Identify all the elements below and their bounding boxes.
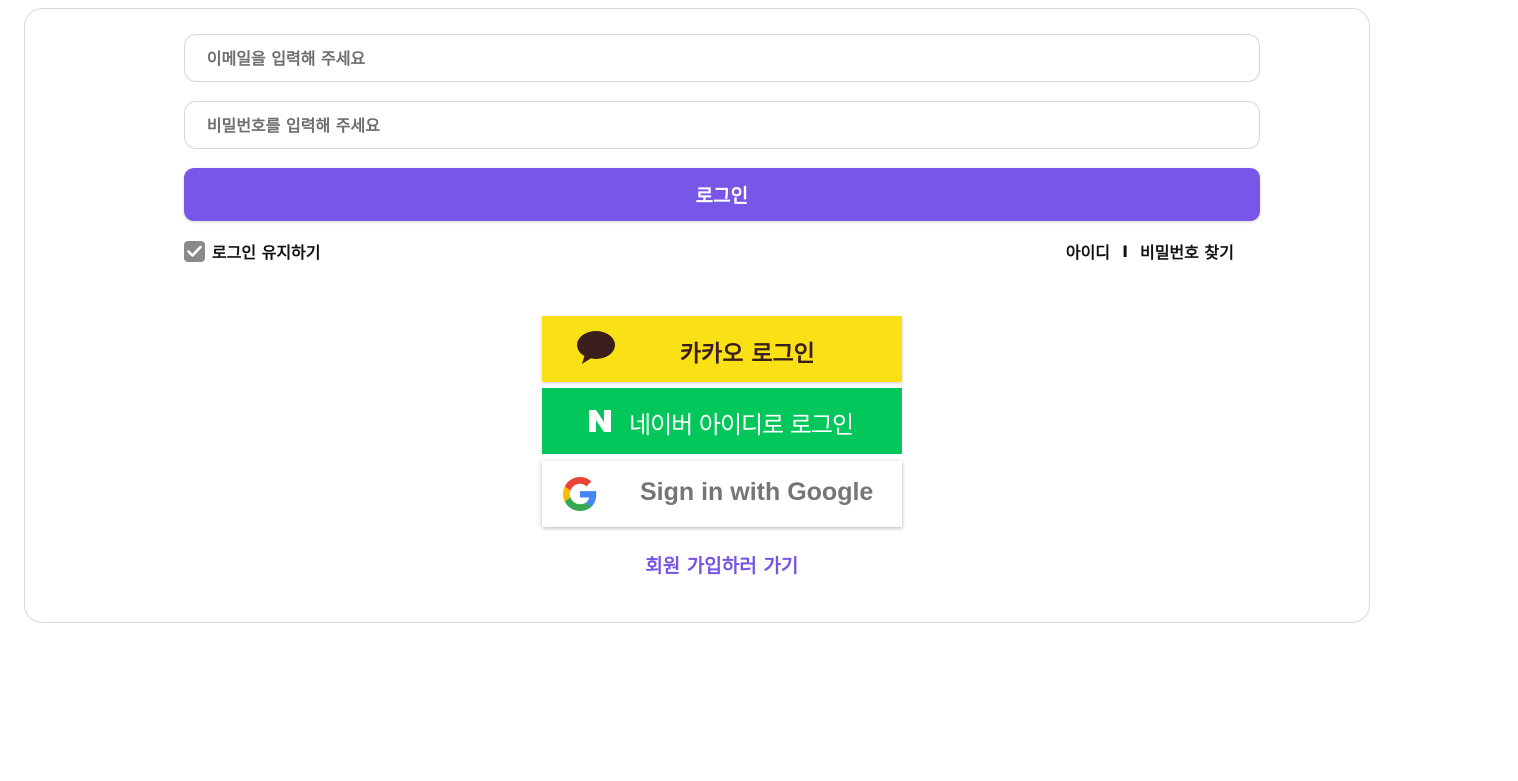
kakao-login-button[interactable]: 카카오 로그인 [542, 316, 902, 382]
link-separator: I [1122, 241, 1129, 261]
keep-login-label: 로그인 유지하기 [212, 243, 321, 262]
google-login-label: Sign in with Google [640, 478, 874, 506]
check-icon [187, 245, 202, 257]
find-account-links: 아이디 I 비밀번호 찾기 [1066, 239, 1234, 263]
keep-login-checkbox[interactable]: 로그인 유지하기 [184, 239, 321, 263]
google-g-icon [563, 477, 597, 515]
find-password-link[interactable]: 비밀번호 찾기 [1140, 239, 1234, 263]
signup-link[interactable]: 회원 가입하러 가기 [25, 551, 1419, 578]
kakao-speech-bubble-icon [576, 330, 616, 370]
naver-login-button[interactable]: 네이버 아이디로 로그인 [542, 388, 902, 454]
naver-login-label: 네이버 아이디로 로그인 [629, 411, 854, 439]
email-input[interactable] [184, 34, 1260, 82]
login-card: 로그인 로그인 유지하기 아이디 I 비밀번호 찾기 카카오 로그인 네이버 아… [24, 8, 1370, 623]
login-button[interactable]: 로그인 [184, 168, 1260, 221]
password-input[interactable] [184, 101, 1260, 149]
find-id-link[interactable]: 아이디 [1066, 239, 1110, 263]
kakao-login-label: 카카오 로그인 [680, 341, 815, 367]
naver-n-icon [589, 410, 611, 436]
checkbox-box[interactable] [184, 240, 205, 262]
google-login-button[interactable]: Sign in with Google [542, 461, 902, 527]
